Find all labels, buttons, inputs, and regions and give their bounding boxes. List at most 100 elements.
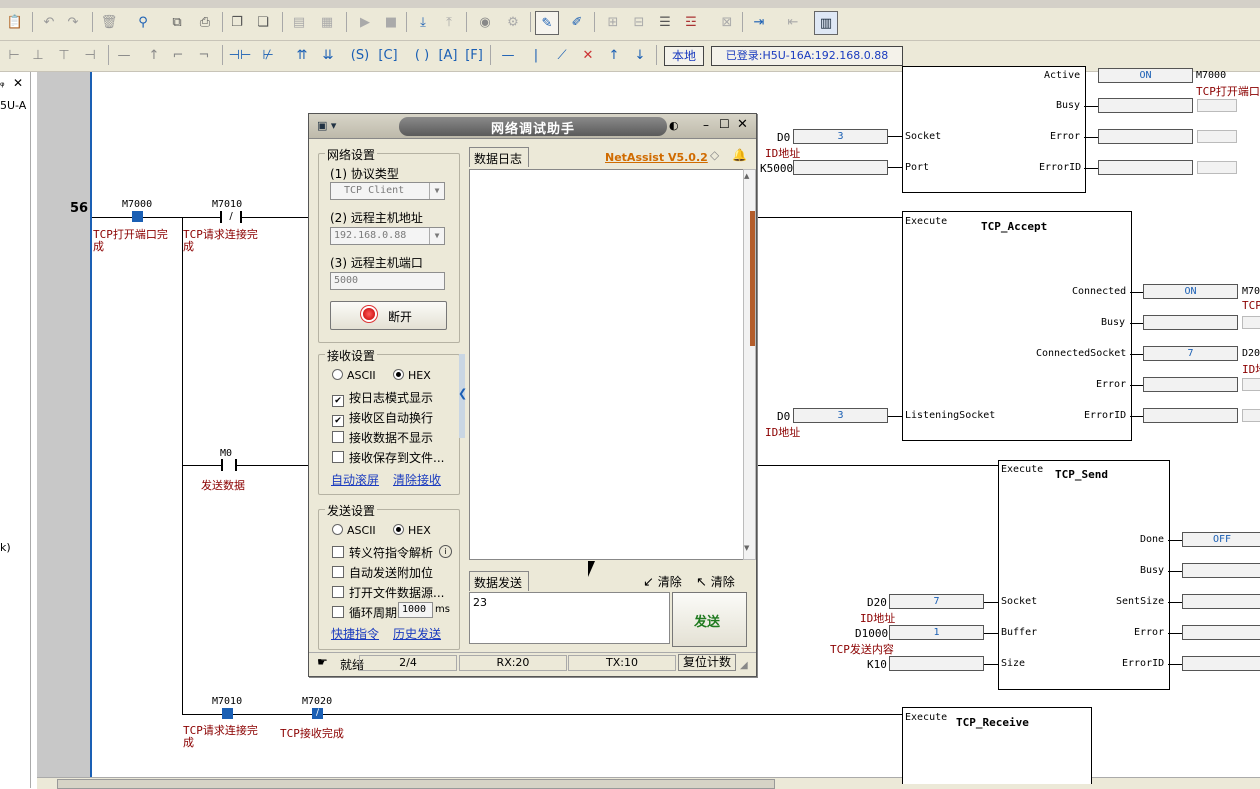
- device-icon[interactable]: ▥: [814, 11, 838, 35]
- find-replace-icon[interactable]: ⧉: [166, 11, 188, 33]
- send-option[interactable]: 循环周期: [332, 604, 397, 621]
- delete-row-icon[interactable]: ☲: [680, 11, 702, 33]
- maximize-icon[interactable]: ☐: [719, 117, 730, 131]
- value-box[interactable]: OFF: [1182, 532, 1260, 547]
- redo-icon[interactable]: ↷: [62, 11, 84, 33]
- recv-option[interactable]: ✔ 接收区自动换行: [332, 409, 433, 427]
- recv-ascii-radio[interactable]: ASCII: [332, 369, 376, 382]
- value-box[interactable]: [1182, 625, 1260, 640]
- chevron-down-icon[interactable]: ▼: [429, 228, 444, 244]
- send-hex-radio[interactable]: HEX: [393, 524, 431, 537]
- set-coil-icon[interactable]: (S): [350, 44, 370, 66]
- recv-option[interactable]: 接收保存到文件...: [332, 449, 444, 466]
- resize-grip-icon[interactable]: ◢: [740, 660, 748, 671]
- pin-window-icon[interactable]: ◐: [669, 119, 679, 132]
- download-icon[interactable]: ⤓: [412, 11, 434, 33]
- value-box[interactable]: 3: [793, 129, 888, 144]
- value-box[interactable]: [793, 160, 888, 175]
- value-box[interactable]: [1143, 377, 1238, 392]
- clear-all-button[interactable]: ↖ 清除: [696, 573, 735, 590]
- value-box-right[interactable]: [1197, 130, 1237, 143]
- info-icon[interactable]: i: [439, 545, 452, 558]
- monitor-icon[interactable]: ◉: [474, 11, 496, 33]
- cycle-input[interactable]: 1000: [398, 602, 433, 618]
- window-icon[interactable]: ❐: [226, 11, 248, 33]
- ladder-icon-4[interactable]: ⊣: [80, 44, 100, 66]
- scroll-down-icon[interactable]: ▼: [744, 544, 749, 552]
- stop-icon[interactable]: ■: [380, 11, 402, 33]
- value-box[interactable]: [1098, 98, 1193, 113]
- contact-m7010-nc[interactable]: /: [220, 211, 242, 223]
- clear-send-button[interactable]: ↙ 清除: [643, 573, 682, 590]
- local-button[interactable]: 本地: [664, 46, 704, 66]
- reset-count-button[interactable]: 复位计数: [678, 654, 736, 671]
- recv-option[interactable]: ✔ 按日志模式显示: [332, 389, 433, 407]
- insert-row-icon[interactable]: ☰: [654, 11, 676, 33]
- recv-option[interactable]: 接收数据不显示: [332, 429, 433, 446]
- value-box[interactable]: 3: [793, 408, 888, 423]
- debug-icon[interactable]: ⚙: [502, 11, 524, 33]
- protocol-select[interactable]: TCP Client ▼: [330, 182, 445, 200]
- ladder-icon-1[interactable]: ⊢: [4, 44, 24, 66]
- value-box-right[interactable]: [1242, 409, 1260, 422]
- value-box[interactable]: [1098, 129, 1193, 144]
- login-icon[interactable]: ⇥: [748, 11, 770, 33]
- function-block-open[interactable]: [902, 66, 1086, 193]
- delete-icon[interactable]: 🗑: [98, 11, 120, 33]
- value-box[interactable]: [1143, 408, 1238, 423]
- pulse-contact-icon[interactable]: ⇈: [292, 44, 312, 66]
- scroll-up-icon[interactable]: ▲: [744, 172, 749, 180]
- minimize-icon[interactable]: –: [703, 118, 709, 132]
- value-box-right[interactable]: [1197, 99, 1237, 112]
- value-box-right[interactable]: [1242, 378, 1260, 391]
- value-box-right[interactable]: [1242, 316, 1260, 329]
- pin-icon[interactable]: ᵩ: [0, 76, 5, 89]
- diamond-icon[interactable]: ◇: [710, 148, 719, 162]
- tab-data-log[interactable]: 数据日志: [469, 147, 529, 167]
- device-tab[interactable]: 5U-A: [0, 99, 26, 112]
- brand-label[interactable]: NetAssist V5.0.2: [605, 151, 708, 164]
- close-panel-icon[interactable]: ✕: [13, 76, 23, 90]
- send-text-area[interactable]: 23: [469, 592, 670, 644]
- compile-all-icon[interactable]: ▦: [316, 11, 338, 33]
- corner-tool-icon[interactable]: ⌐: [168, 44, 188, 66]
- disconnect-button[interactable]: 断开: [330, 301, 447, 330]
- window-export-icon[interactable]: ❏: [252, 11, 274, 33]
- run-icon[interactable]: ▶: [354, 11, 376, 33]
- receive-log-area[interactable]: [469, 169, 745, 560]
- value-box[interactable]: [1182, 563, 1260, 578]
- function-f-icon[interactable]: [F]: [464, 44, 484, 66]
- edit-mode-icon[interactable]: ✐: [566, 11, 588, 33]
- hwire-icon[interactable]: —: [498, 44, 518, 66]
- delete-wire-icon[interactable]: ✕: [578, 44, 598, 66]
- shortcut-link[interactable]: 快捷指令: [331, 625, 379, 642]
- upload-icon[interactable]: ⤒: [438, 11, 460, 33]
- close-icon[interactable]: ✕: [737, 117, 748, 132]
- paste-icon[interactable]: 📋: [4, 11, 26, 33]
- element-icon-1[interactable]: ⊞: [602, 11, 624, 33]
- element-icon-3[interactable]: ⊠: [716, 11, 738, 33]
- corner-tool-2-icon[interactable]: ¬: [194, 44, 214, 66]
- value-box[interactable]: [1182, 656, 1260, 671]
- auto-scroll-link[interactable]: 自动滚屏: [331, 471, 379, 488]
- ladder-icon-2[interactable]: ⊥: [28, 44, 48, 66]
- tab-data-send[interactable]: 数据发送: [469, 571, 529, 591]
- nc-contact-icon[interactable]: ⊬: [258, 44, 278, 66]
- fall-contact-icon[interactable]: ⇊: [318, 44, 338, 66]
- diag-wire-icon[interactable]: ⟋: [552, 44, 572, 66]
- function-block-tcp-accept[interactable]: [902, 211, 1132, 441]
- value-box[interactable]: 1: [889, 625, 984, 640]
- value-box[interactable]: [1098, 160, 1193, 175]
- send-option[interactable]: 转义符指令解析: [332, 544, 433, 561]
- value-box[interactable]: 7: [1143, 346, 1238, 361]
- no-contact-icon[interactable]: ⊣⊢: [229, 44, 252, 66]
- contact-m7020[interactable]: /: [312, 708, 323, 719]
- coil-icon[interactable]: [C]: [378, 44, 398, 66]
- arrow-up-icon[interactable]: ↑: [604, 44, 624, 66]
- collapse-arrow-icon[interactable]: ❮: [458, 387, 467, 400]
- bell-icon[interactable]: 🔔: [732, 148, 747, 162]
- clear-receive-link[interactable]: 清除接收: [393, 471, 441, 488]
- history-link[interactable]: 历史发送: [393, 625, 441, 642]
- value-box[interactable]: ON: [1098, 68, 1193, 83]
- arrow-down-icon[interactable]: ↓: [630, 44, 650, 66]
